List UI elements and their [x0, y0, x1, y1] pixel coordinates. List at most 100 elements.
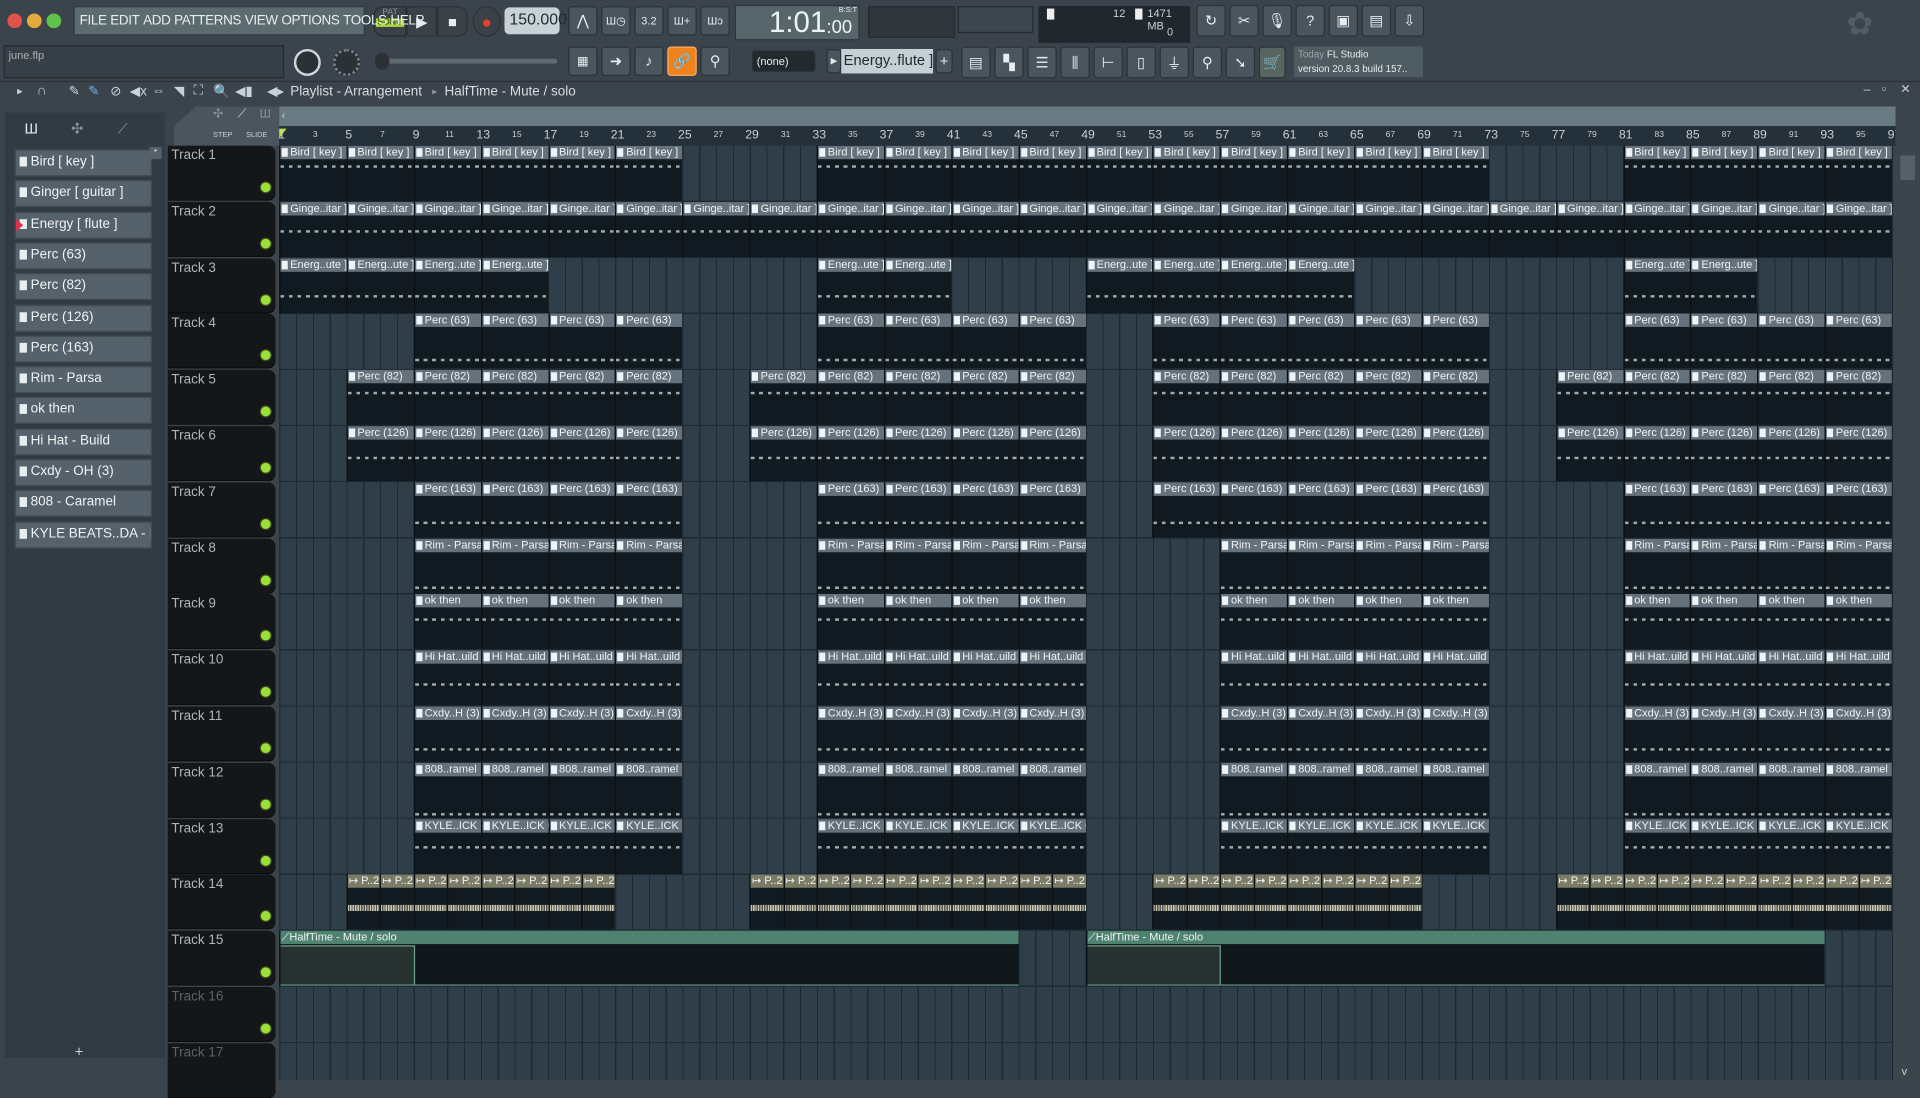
audio-clip[interactable]: ↦ P..2 [1018, 874, 1052, 930]
channel-rack-button[interactable]: ☰ [1027, 46, 1057, 79]
track-header[interactable]: Track 15 [167, 930, 276, 986]
master-pitch-knob[interactable] [333, 48, 361, 76]
automation-clip[interactable]: ⟋HalfTime - Mute / solo [1085, 930, 1825, 986]
pattern-clip[interactable]: Perc (63) [883, 313, 952, 370]
pattern-clip[interactable]: ok then [480, 594, 548, 650]
pattern-clip[interactable]: Rim - Parsa [413, 538, 481, 594]
track-enable-led[interactable] [260, 799, 271, 810]
pattern-clip[interactable]: Hi Hat..uild [1421, 650, 1489, 706]
pattern-clip[interactable]: Perc (126) [749, 426, 817, 482]
master-volume-knob[interactable] [293, 48, 321, 76]
shop-cart-button[interactable]: 🛒 [1258, 46, 1286, 79]
snap-arrow-button[interactable]: ➜ [601, 46, 631, 76]
track-header[interactable]: Track 1 [167, 145, 276, 201]
pattern-clip[interactable]: ok then [1757, 594, 1825, 650]
pattern-clip[interactable]: Ginge..itar ] [547, 201, 616, 257]
track-enable-led[interactable] [260, 967, 271, 978]
pattern-clip[interactable]: Perc (82) [547, 370, 616, 426]
automation-clip[interactable]: ⟋HalfTime - Mute / solo [279, 930, 1019, 986]
pattern-clip[interactable]: Cxdy..H (3) [1757, 706, 1825, 762]
track-enable-led[interactable] [260, 631, 271, 641]
automation-mode-icon[interactable]: ⟋ [238, 108, 247, 121]
track-header[interactable]: Track 5 [167, 370, 276, 426]
playlist-button[interactable]: ▤ [961, 46, 991, 79]
pattern-clip[interactable]: Perc (163) [413, 482, 481, 538]
timeline-ruler[interactable]: 1 3 5 7 9 11 13 15 17 19 21 23 25 27 29 31 33 35 37 39 41 43 4… [278, 126, 1901, 146]
undo-button[interactable]: ↻ [1196, 4, 1226, 37]
pattern-clip[interactable]: Ginge..itar ] [1152, 201, 1220, 257]
track-enable-led[interactable] [260, 182, 271, 193]
track-enable-led[interactable] [260, 855, 271, 866]
pattern-clip[interactable]: Energ..ute ] [1287, 257, 1355, 313]
maximize-playlist-button[interactable]: ▫ [1882, 83, 1886, 96]
track-header[interactable]: Track 11 [167, 706, 276, 762]
pattern-clip[interactable]: 808..ramel [1354, 762, 1422, 818]
pattern-clip[interactable]: Perc (82) [480, 370, 548, 426]
pattern-clip[interactable]: Perc (126) [1018, 426, 1086, 482]
channel-item[interactable]: Hi Hat - Build [14, 428, 152, 456]
pattern-selector[interactable]: Energy..flute ] [841, 48, 933, 74]
arrangement-grid[interactable]: Bird [ key ] Bird [ key ] Bird [ key ] Bird… [279, 145, 1894, 1081]
track-enable-led[interactable] [260, 575, 271, 585]
pattern-clip[interactable]: Perc (63) [816, 313, 884, 370]
pattern-clip[interactable]: Perc (126) [413, 426, 481, 482]
track-enable-led[interactable] [260, 743, 271, 754]
slider-handle[interactable] [374, 52, 390, 70]
pattern-clip[interactable]: Hi Hat..uild [480, 650, 548, 706]
link-controllers-button[interactable]: 🔗 [667, 46, 697, 76]
project-name-field[interactable]: june.flp [3, 45, 285, 79]
pattern-clip[interactable]: Rim - Parsa [816, 538, 884, 594]
pattern-clip[interactable]: Ginge..itar ] [1488, 201, 1556, 257]
audio-clip[interactable]: ↦ P..2 [1656, 874, 1691, 930]
pattern-clip[interactable]: Perc (82) [749, 370, 817, 426]
audio-clip[interactable]: ↦ P..2 [1824, 874, 1859, 930]
audio-clip[interactable]: ↦ P..2 [1051, 874, 1086, 930]
audio-clip[interactable]: ↦ P..2 [951, 874, 985, 930]
add-pattern-icon[interactable]: + [75, 1043, 84, 1060]
breadcrumb-current[interactable]: HalfTime - Mute / solo [444, 84, 575, 99]
pattern-clip[interactable]: Bird [ key ] [1085, 145, 1153, 201]
export-wave-button[interactable]: ▤ [1361, 4, 1392, 37]
options-arrow-icon[interactable]: ▸ [17, 84, 23, 97]
paint-tool-icon[interactable]: ✎ [88, 83, 99, 99]
minimize-playlist-button[interactable]: – [1864, 83, 1871, 96]
audio-clip[interactable]: ↦ P..2 [1555, 874, 1590, 930]
download-button[interactable]: ⇩ [1394, 4, 1425, 37]
pattern-clip[interactable]: Ginge..itar ] [1085, 201, 1153, 257]
step-edit-button[interactable]: Ш+ [667, 6, 697, 36]
track-header[interactable]: Track 6 [167, 426, 276, 482]
pattern-clip[interactable]: Rim - Parsa [1421, 538, 1489, 594]
audio-clip[interactable]: ↦ P..2 [1858, 874, 1892, 930]
pattern-clip[interactable]: Perc (82) [883, 370, 952, 426]
pattern-clip[interactable]: Perc (163) [1354, 482, 1422, 538]
pattern-clip[interactable]: Perc (82) [413, 370, 481, 426]
pattern-clip[interactable]: Ginge..itar ] [951, 201, 1019, 257]
pattern-clip[interactable]: Perc (82) [1555, 370, 1624, 426]
pattern-clip[interactable]: Bird [ key ] [1018, 145, 1086, 201]
pattern-clip[interactable]: Cxdy..H (3) [480, 706, 548, 762]
audio-clip[interactable]: ↦ P..2 [447, 874, 481, 930]
pattern-clip[interactable]: Perc (63) [1354, 313, 1422, 370]
pattern-clip[interactable]: Ginge..itar ] [1421, 201, 1489, 257]
vertical-scrollbar[interactable]: v [1895, 106, 1920, 1081]
pattern-clip[interactable]: Perc (63) [1690, 313, 1758, 370]
countdown-button[interactable]: 3.2 [634, 6, 664, 36]
pattern-clip[interactable]: Perc (63) [1421, 313, 1489, 370]
pattern-clip[interactable]: Rim - Parsa [1354, 538, 1422, 594]
pattern-clip[interactable]: 808..ramel [480, 762, 548, 818]
piano-mode-icon[interactable]: Ш [260, 108, 271, 121]
track-enable-led[interactable] [260, 911, 271, 922]
pattern-clip[interactable]: Perc (126) [346, 426, 414, 482]
pattern-clip[interactable]: Energ..ute ] [1152, 257, 1220, 313]
pattern-clip[interactable]: Energ..ute ] [1085, 257, 1153, 313]
pattern-clip[interactable]: KYLE..ICK 6 [547, 818, 616, 874]
snap-selector[interactable]: (none) [751, 50, 816, 73]
pattern-clip[interactable]: Perc (163) [1421, 482, 1489, 538]
pattern-clip[interactable]: Perc (82) [1354, 370, 1422, 426]
add-pattern-button[interactable]: + [935, 48, 953, 74]
tempo-field[interactable]: 150.000 [504, 7, 567, 35]
pattern-clip[interactable]: Bird [ key ] [1287, 145, 1355, 201]
pattern-clip[interactable]: Perc (126) [547, 426, 616, 482]
pattern-clip[interactable]: Hi Hat..uild [1690, 650, 1758, 706]
pattern-clip[interactable]: Bird [ key ] [615, 145, 683, 201]
